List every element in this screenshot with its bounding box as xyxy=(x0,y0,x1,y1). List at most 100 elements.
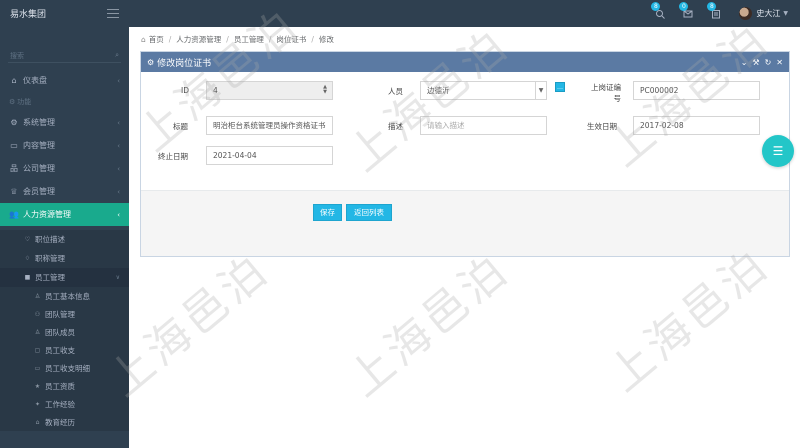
trophy-icon: ♕ xyxy=(10,187,18,196)
sidebar-item-label: 团队管理 xyxy=(45,309,75,319)
chevron-left-icon: ‹ xyxy=(117,141,120,150)
users-icon: 👥 xyxy=(9,210,19,219)
sidebar-item-work-experience[interactable]: ✦ 工作经验 xyxy=(0,395,129,413)
messages-icon[interactable]: 0 xyxy=(679,1,695,21)
effective-date-label: 生效日期 xyxy=(587,122,617,131)
breadcrumb-employee[interactable]: 员工管理 xyxy=(234,34,264,45)
sidebar-item-title-management[interactable]: ♢ 职称管理 xyxy=(0,249,129,268)
person-select[interactable]: 边德沂 ▼ xyxy=(420,81,547,100)
desc-placeholder: 请输入描述 xyxy=(427,121,465,130)
sidebar-section-functions: ⚙ 功能 xyxy=(0,92,129,111)
avatar xyxy=(739,7,753,20)
heart-icon: ♡ xyxy=(24,236,31,243)
user-menu[interactable]: 史大江 ▼ xyxy=(739,7,788,20)
sidebar-item-system[interactable]: ⚙ 系统管理 ‹ xyxy=(0,111,129,134)
stepper-icon[interactable]: ▲ ▼ xyxy=(323,85,327,95)
top-nav: 8 0 8 史大江 ▼ xyxy=(129,0,800,27)
chevron-down-icon[interactable]: ⌄ xyxy=(741,58,748,67)
tasks-icon[interactable]: 8 xyxy=(707,1,723,21)
sidebar-section-label: 功能 xyxy=(17,97,32,106)
sidebar-item-label: 工作经验 xyxy=(45,399,75,409)
menu-toggle-icon[interactable] xyxy=(107,9,119,18)
floating-menu-button[interactable]: ☰ xyxy=(762,135,794,167)
cert-no-field[interactable]: PC000002 xyxy=(633,81,760,100)
notifications-badge: 8 xyxy=(651,1,661,11)
home-icon: ⌂ xyxy=(11,76,17,85)
end-date-value: 2021-04-04 xyxy=(213,151,257,160)
sidebar-item-employee-info[interactable]: ♙ 员工基本信息 xyxy=(0,287,129,305)
sidebar-search[interactable]: 搜索 ⌕ xyxy=(8,49,121,63)
sidebar-item-label: 公司管理 xyxy=(23,164,55,173)
hr-submenu: ♡ 职位描述 ♢ 职称管理 ■ 员工管理 ∨ ♙ 员工基本信息 ⚇ 团队管理 ♙… xyxy=(0,230,129,431)
breadcrumb-home[interactable]: 首页 xyxy=(149,34,164,45)
sidebar-item-label: 员工收支 xyxy=(45,345,75,355)
breadcrumb-certificates[interactable]: 岗位证书 xyxy=(276,34,306,45)
chevron-down-icon[interactable]: ▼ xyxy=(535,82,546,99)
search-icon[interactable]: ⌕ xyxy=(115,51,119,60)
home-icon: ⌂ xyxy=(141,35,146,44)
effective-date-value: 2017-02-08 xyxy=(640,121,684,130)
sidebar-item-education[interactable]: ⌂ 教育经历 xyxy=(0,413,129,431)
sidebar-item-content[interactable]: ▭ 内容管理 ‹ xyxy=(0,134,129,157)
sidebar-item-employee-qualifications[interactable]: ★ 员工资质 xyxy=(0,377,129,395)
sidebar-item-employee-payments[interactable]: ▢ 员工收支 xyxy=(0,341,129,359)
sidebar-item-label: 职称管理 xyxy=(35,254,65,263)
cert-no-label: 上岗证编号 xyxy=(591,83,621,103)
sidebar-item-job-description[interactable]: ♡ 职位描述 xyxy=(0,230,129,249)
breadcrumb: ⌂ 首页 / 人力资源管理 / 员工管理 / 岗位证书 / 修改 xyxy=(141,34,334,45)
id-label: ID xyxy=(181,86,189,95)
sidebar: 搜索 ⌕ ⌂ 仪表盘 ‹ ⚙ 功能 ⚙ 系统管理 ‹ ▭ 内容管理 ‹ 品 公司… xyxy=(0,27,129,448)
star-icon: ★ xyxy=(34,382,41,390)
wrench-icon[interactable]: ⚒ xyxy=(752,58,759,67)
search-input[interactable]: 搜索 xyxy=(10,51,24,61)
gears-icon: ⚙ xyxy=(10,118,18,127)
sidebar-item-employee-management[interactable]: ■ 员工管理 ∨ xyxy=(0,268,129,287)
sidebar-item-label: 员工收支明细 xyxy=(45,363,90,373)
panel-header: ⚙ 修改岗位证书 ⌄ ⚒ ↻ ✕ xyxy=(141,52,789,72)
doc-icon: ▭ xyxy=(10,141,18,150)
title-field[interactable]: 明治柜台系统管理员操作资格证书 xyxy=(206,116,333,135)
panel-tools: ⌄ ⚒ ↻ ✕ xyxy=(741,58,783,67)
list-icon: ☰ xyxy=(772,144,784,158)
chevron-down-icon: ▼ xyxy=(783,10,788,17)
id-field[interactable]: 4 ▲ ▼ xyxy=(206,81,333,100)
user-icon: ♙ xyxy=(34,328,41,336)
chevron-down-icon: ∨ xyxy=(115,274,120,281)
lock-icon: ■ xyxy=(24,274,31,281)
sidebar-item-label: 职位描述 xyxy=(35,235,65,244)
sidebar-item-label: 内容管理 xyxy=(23,141,55,150)
sidebar-item-employee-payment-details[interactable]: ▭ 员工收支明细 xyxy=(0,359,129,377)
user-name: 史大江 xyxy=(756,9,781,18)
messages-badge: 0 xyxy=(679,1,689,11)
sidebar-item-dashboard[interactable]: ⌂ 仪表盘 ‹ xyxy=(0,69,129,92)
sidebar-item-label: 人力资源管理 xyxy=(23,210,71,219)
brand: 易水集团 xyxy=(0,0,129,27)
sidebar-item-company[interactable]: 品 公司管理 ‹ xyxy=(0,157,129,180)
sidebar-item-team-management[interactable]: ⚇ 团队管理 xyxy=(0,305,129,323)
cert-no-value: PC000002 xyxy=(640,86,679,95)
sidebar-item-hr[interactable]: 👥 人力资源管理 ‹ xyxy=(0,203,129,226)
chevron-left-icon: ‹ xyxy=(117,76,120,85)
chevron-left-icon: ‹ xyxy=(117,187,120,196)
sidebar-item-label: 教育经历 xyxy=(45,417,75,427)
end-date-field[interactable]: 2021-04-04 xyxy=(206,146,333,165)
effective-date-field[interactable]: 2017-02-08 xyxy=(633,116,760,135)
back-to-list-button[interactable]: 返回列表 xyxy=(346,204,392,221)
tasks-badge: 8 xyxy=(707,1,717,11)
sidebar-item-label: 系统管理 xyxy=(23,118,55,127)
sidebar-item-members[interactable]: ♕ 会员管理 ‹ xyxy=(0,180,129,203)
notifications-icon[interactable]: 8 xyxy=(651,1,667,21)
breadcrumb-hr[interactable]: 人力资源管理 xyxy=(176,34,221,45)
close-icon[interactable]: ✕ xyxy=(776,58,783,67)
sidebar-item-label: 仪表盘 xyxy=(23,76,47,85)
refresh-icon[interactable]: ↻ xyxy=(765,58,772,67)
brand-name: 易水集团 xyxy=(10,10,47,20)
save-button[interactable]: 保存 xyxy=(313,204,342,221)
chevron-left-icon: ‹ xyxy=(117,210,120,219)
sidebar-item-team-members[interactable]: ♙ 团队成员 xyxy=(0,323,129,341)
title-label: 标题 xyxy=(173,122,188,131)
person-picker-button[interactable]: … xyxy=(555,82,565,92)
desc-field[interactable]: 请输入描述 xyxy=(420,116,547,135)
sidebar-item-label: 员工资质 xyxy=(45,381,75,391)
sidebar-item-label: 会员管理 xyxy=(23,187,55,196)
